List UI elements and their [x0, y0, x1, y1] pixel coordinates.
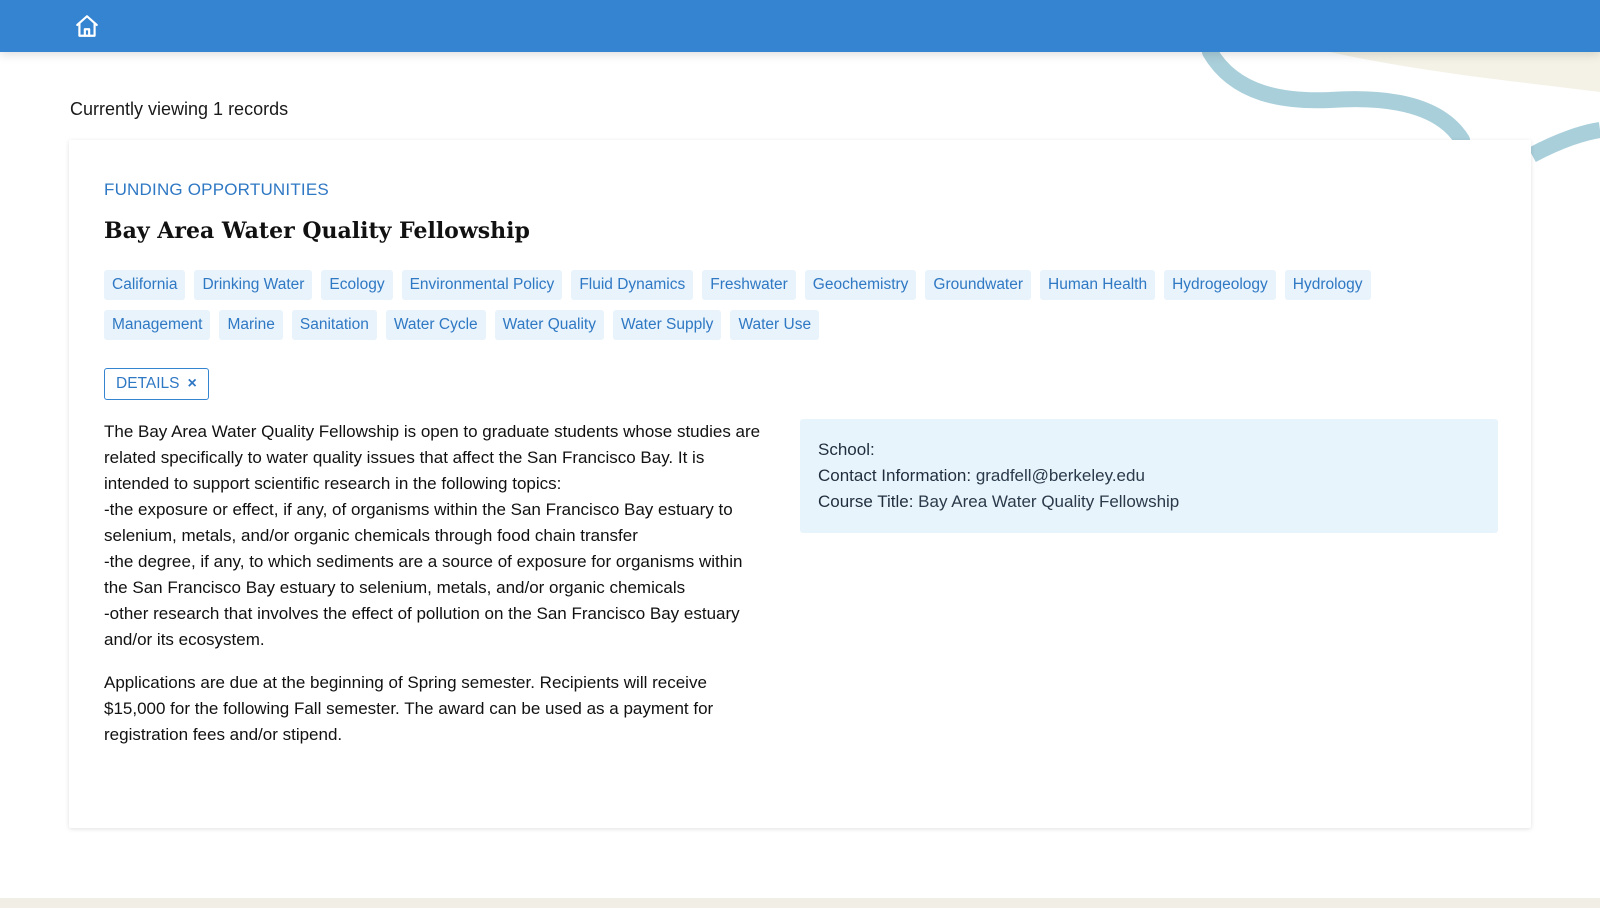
record-title: Bay Area Water Quality Fellowship — [104, 218, 530, 244]
home-button[interactable] — [72, 12, 102, 40]
description-paragraph-2: Applications are due at the beginning of… — [104, 673, 714, 744]
description-topic-2: -the degree, if any, to which sediments … — [104, 552, 743, 597]
home-icon — [76, 15, 98, 37]
tag-human-health[interactable]: Human Health — [1040, 270, 1156, 300]
close-icon: × — [187, 375, 197, 392]
school-row: School: — [818, 437, 1480, 463]
description-intro: The Bay Area Water Quality Fellowship is… — [104, 422, 761, 493]
tag-water-cycle[interactable]: Water Cycle — [385, 310, 486, 340]
tag-water-use[interactable]: Water Use — [730, 310, 820, 340]
footer-strip — [0, 898, 1600, 908]
results-count: Currently viewing 1 records — [70, 99, 289, 119]
tag-sanitation[interactable]: Sanitation — [291, 310, 377, 340]
top-navigation-bar — [0, 0, 1600, 52]
record-info-panel: School: Contact Information: gradfell@be… — [800, 419, 1498, 533]
tag-groundwater[interactable]: Groundwater — [925, 270, 1032, 300]
tag-geochemistry[interactable]: Geochemistry — [804, 270, 917, 300]
description-topic-1: -the exposure or effect, if any, of orga… — [104, 500, 733, 545]
tag-list: California Drinking Water Ecology Enviro… — [104, 270, 1484, 340]
tag-marine[interactable]: Marine — [219, 310, 283, 340]
tag-hydrology[interactable]: Hydrology — [1284, 270, 1371, 300]
contact-row: Contact Information: gradfell@berkeley.e… — [818, 463, 1480, 489]
course-label: Course Title: — [818, 492, 914, 511]
tag-fluid-dynamics[interactable]: Fluid Dynamics — [571, 270, 694, 300]
description-topic-3: -other research that involves the effect… — [104, 604, 740, 649]
details-toggle-button[interactable]: DETAILS × — [104, 368, 209, 400]
contact-value: gradfell@berkeley.edu — [975, 466, 1145, 485]
tag-california[interactable]: California — [104, 270, 186, 300]
record-card: FUNDING OPPORTUNITIES Bay Area Water Qua… — [69, 140, 1531, 828]
description-paragraph-1: The Bay Area Water Quality Fellowship is… — [104, 419, 764, 653]
tag-ecology[interactable]: Ecology — [321, 270, 393, 300]
school-label: School: — [818, 440, 875, 459]
course-row: Course Title: Bay Area Water Quality Fel… — [818, 489, 1480, 515]
tag-management[interactable]: Management — [104, 310, 211, 340]
record-category: FUNDING OPPORTUNITIES — [104, 180, 329, 199]
tag-water-quality[interactable]: Water Quality — [494, 310, 604, 340]
course-value: Bay Area Water Quality Fellowship — [918, 492, 1180, 511]
tag-drinking-water[interactable]: Drinking Water — [194, 270, 313, 300]
tag-environmental-policy[interactable]: Environmental Policy — [401, 270, 563, 300]
tag-freshwater[interactable]: Freshwater — [702, 270, 796, 300]
tag-hydrogeology[interactable]: Hydrogeology — [1164, 270, 1276, 300]
contact-label: Contact Information: — [818, 466, 972, 485]
record-description: The Bay Area Water Quality Fellowship is… — [104, 419, 764, 765]
details-button-label: DETAILS — [116, 375, 180, 392]
tag-water-supply[interactable]: Water Supply — [612, 310, 722, 340]
